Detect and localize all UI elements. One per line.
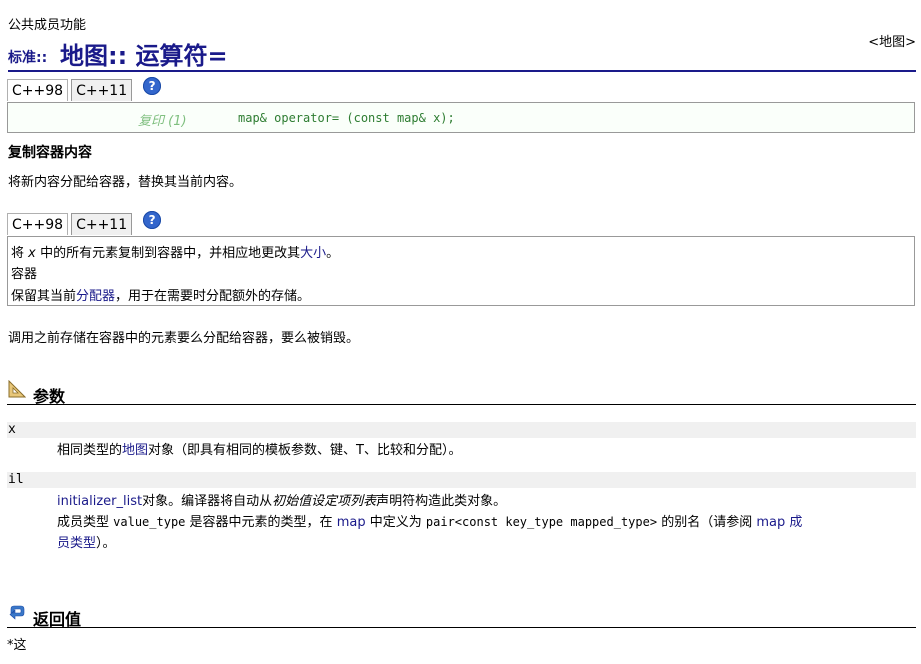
param-desc-il-2: 成员类型 value_type 是容器中元素的类型，在 map 中定义为 pai… xyxy=(57,512,802,533)
parameters-divider xyxy=(7,404,916,405)
return-value-divider xyxy=(7,627,916,628)
param-desc-il-1: initializer_list对象。编译器将自动从初始值设定项列表声明符构造此… xyxy=(57,491,506,512)
desc-text: 声明符构造此类对象。 xyxy=(376,494,507,509)
desc-text: 相同类型的 xyxy=(57,443,123,458)
detail-line-3: 保留其当前分配器，用于在需要时分配额外的存储。 xyxy=(11,285,310,304)
desc-text: 对象（即具有相同的模板参数、键、T、比较和分配）。 xyxy=(148,443,462,458)
ruler-triangle-icon xyxy=(8,379,27,398)
desc-text: ）。 xyxy=(96,536,116,551)
help-icon[interactable]: ? xyxy=(143,77,162,95)
page-title: 地图:: 运算符= xyxy=(60,42,228,70)
desc-emphasis: 初始值设定项列表 xyxy=(272,494,377,509)
param-desc-x: 相同类型的地图对象（即具有相同的模板参数、键、T、比较和分配）。 xyxy=(57,440,461,461)
desc-text: 对象。编译器将自动从 xyxy=(142,494,273,509)
help-icon-detail[interactable]: ? xyxy=(143,211,162,229)
signature-label: 复印 (1) xyxy=(138,114,187,129)
summary-heading: 复制容器内容 xyxy=(8,145,92,161)
pair-type-code: pair<const key_type mapped_type> xyxy=(425,515,658,529)
version-tabs-top: C++98 C++11 ? xyxy=(7,73,162,101)
tab-cpp98-detail[interactable]: C++98 xyxy=(7,213,69,235)
initializer-list-link[interactable]: initializer_list xyxy=(57,494,142,509)
tab-cpp11[interactable]: C++11 xyxy=(71,79,133,101)
detail-text: 将 xyxy=(11,246,25,261)
detail-line-1: 将 x 中的所有元素复制到容器中，并相应地更改其大小。 xyxy=(11,242,339,261)
namespace-label: 标准:: xyxy=(8,50,48,66)
detail-text: 。 xyxy=(326,246,340,261)
desc-text: 是容器中元素的类型，在 xyxy=(189,515,333,530)
title-divider xyxy=(8,70,916,72)
member-types-link-cont[interactable]: 员类型 xyxy=(57,536,96,551)
value-type-code: value_type xyxy=(113,515,186,529)
map-link[interactable]: 地图 xyxy=(122,443,148,458)
param-name-il: il xyxy=(7,472,916,488)
signature-code: map& operator= (const map& x); xyxy=(238,111,455,125)
desc-text: 的别名（请参阅 xyxy=(661,515,753,530)
back-to-map-link[interactable]: <地图> xyxy=(868,31,916,50)
detail-line-2: 容器 xyxy=(11,267,38,282)
return-value-text: *这 xyxy=(7,638,27,653)
detail-text: 保留其当前 xyxy=(11,289,77,304)
member-type-label: 公共成员功能 xyxy=(8,18,87,33)
tab-cpp11-detail[interactable]: C++11 xyxy=(71,213,133,235)
param-x-ref: x xyxy=(28,246,36,261)
param-name-x: x xyxy=(7,422,916,438)
map-link-2[interactable]: map xyxy=(337,515,366,530)
map-member-types-link[interactable]: map 成 xyxy=(756,515,802,530)
detail-text: 中的所有元素复制到容器中，并相应地更改其 xyxy=(40,246,301,261)
allocator-link[interactable]: 分配器 xyxy=(76,289,115,304)
size-link[interactable]: 大小 xyxy=(300,246,326,261)
desc-text: 中定义为 xyxy=(369,515,422,530)
return-arrow-icon xyxy=(8,604,26,622)
summary-text: 将新内容分配给容器，替换其当前内容。 xyxy=(8,175,243,190)
tab-cpp98[interactable]: C++98 xyxy=(7,79,69,101)
version-tabs-detail: C++98 C++11 ? xyxy=(7,207,162,235)
desc-text: 成员类型 xyxy=(57,515,110,530)
destroy-note: 调用之前存储在容器中的元素要么分配给容器，要么被销毁。 xyxy=(8,331,360,346)
param-desc-il-3: 员类型）。 xyxy=(57,533,116,554)
detail-text: ，用于在需要时分配额外的存储。 xyxy=(115,289,311,304)
